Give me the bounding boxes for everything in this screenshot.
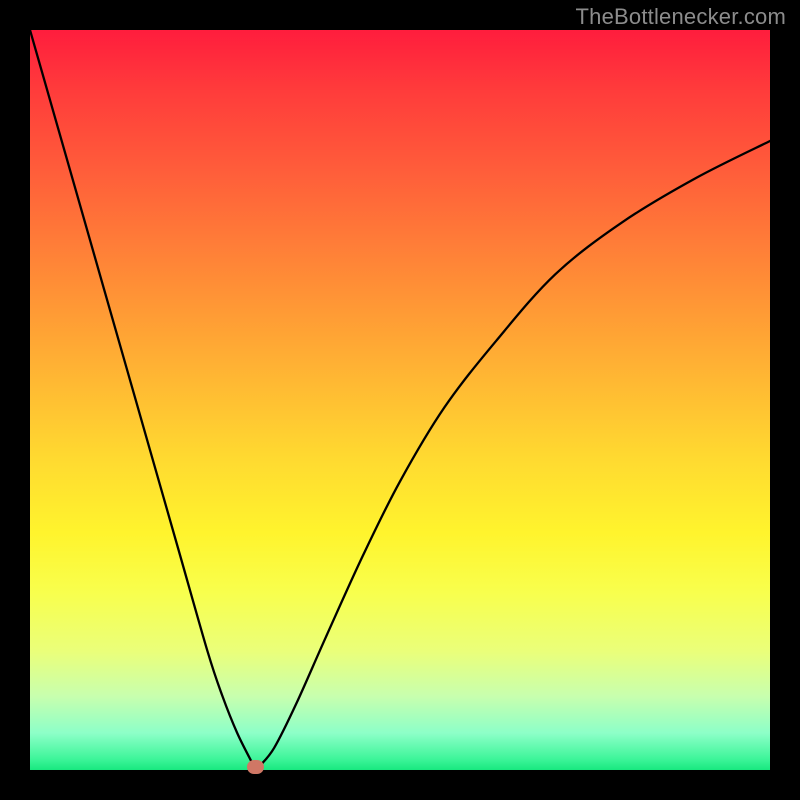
- plot-area: [30, 30, 770, 770]
- attribution-label: TheBottlenecker.com: [576, 4, 786, 30]
- minimum-marker: [247, 760, 264, 774]
- bottleneck-curve: [30, 30, 770, 770]
- chart-frame: TheBottlenecker.com: [0, 0, 800, 800]
